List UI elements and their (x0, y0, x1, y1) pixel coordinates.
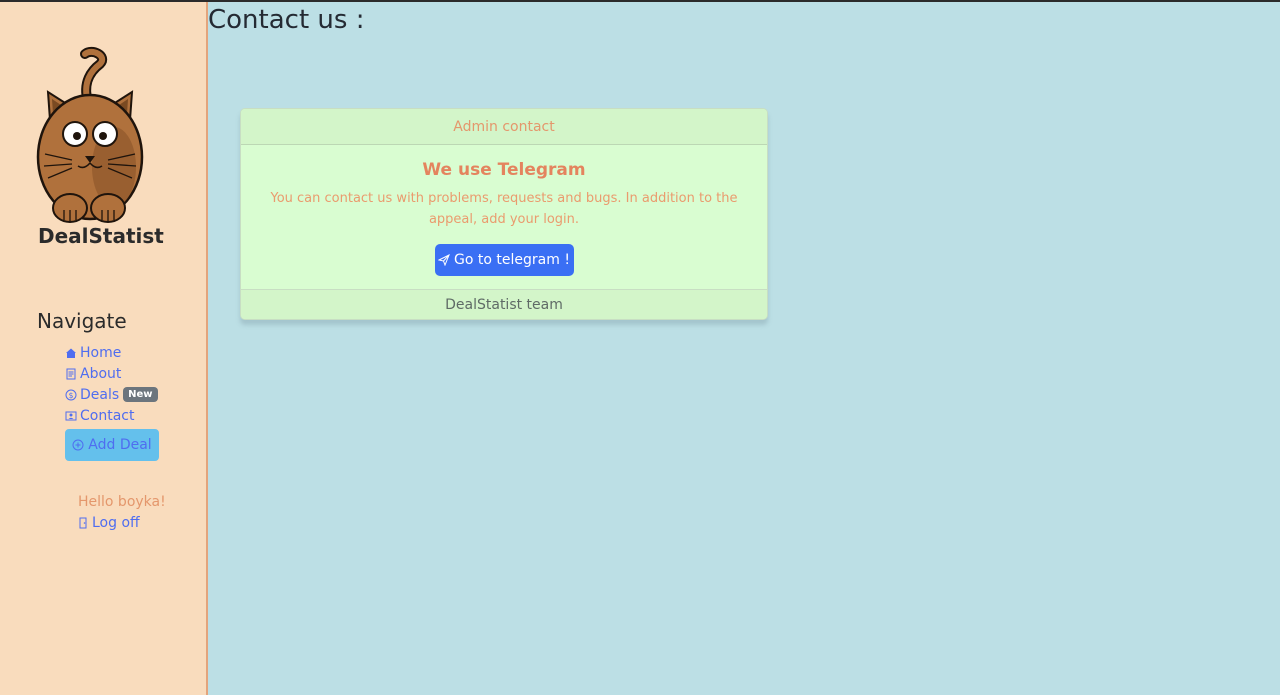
nav-item-about[interactable]: About (65, 363, 159, 384)
person-card-icon (65, 411, 77, 420)
door-icon (79, 517, 87, 529)
navigate-heading: Navigate (37, 309, 127, 333)
card-title: We use Telegram (422, 160, 586, 180)
brand-name: DealStatist (38, 224, 164, 248)
logoff-link[interactable]: Log off (78, 515, 140, 531)
nav-label-deals: Deals (80, 386, 120, 403)
add-deal-button[interactable]: Add Deal (65, 429, 159, 461)
new-badge: New (123, 387, 158, 402)
telegram-button-label: Go to telegram ! (454, 252, 570, 268)
go-to-telegram-button[interactable]: Go to telegram ! (434, 244, 574, 276)
nav-label-home: Home (80, 344, 122, 361)
document-icon (66, 368, 76, 379)
nav-label-about: About (80, 365, 122, 382)
nav-list: Home About $ Deals New Contact Add Deal (65, 342, 159, 461)
card-footer: DealStatist team (241, 289, 767, 319)
house-icon (66, 348, 76, 358)
svg-text:$: $ (69, 390, 74, 399)
card-header: Admin contact (241, 109, 767, 145)
card-body: We use Telegram You can contact us with … (241, 145, 767, 289)
contact-card: Admin contact We use Telegram You can co… (240, 108, 768, 320)
nav-label-contact: Contact (80, 407, 135, 424)
nav-item-contact[interactable]: Contact (65, 405, 159, 426)
send-icon (438, 254, 450, 266)
nav-item-deals[interactable]: $ Deals New (65, 384, 159, 405)
dollar-circle-icon: $ (65, 389, 77, 400)
logoff-label: Log off (92, 515, 140, 531)
sidebar: DealStatist Navigate Home About $ Deals … (0, 2, 208, 695)
add-deal-label: Add Deal (88, 437, 152, 453)
nav-item-home[interactable]: Home (65, 342, 159, 363)
user-greeting: Hello boyka! (78, 494, 166, 510)
cat-logo (36, 46, 144, 223)
card-text: You can contact us with problems, reques… (270, 191, 738, 227)
plus-circle-icon (72, 439, 84, 451)
page-title: Contact us : (208, 5, 365, 35)
